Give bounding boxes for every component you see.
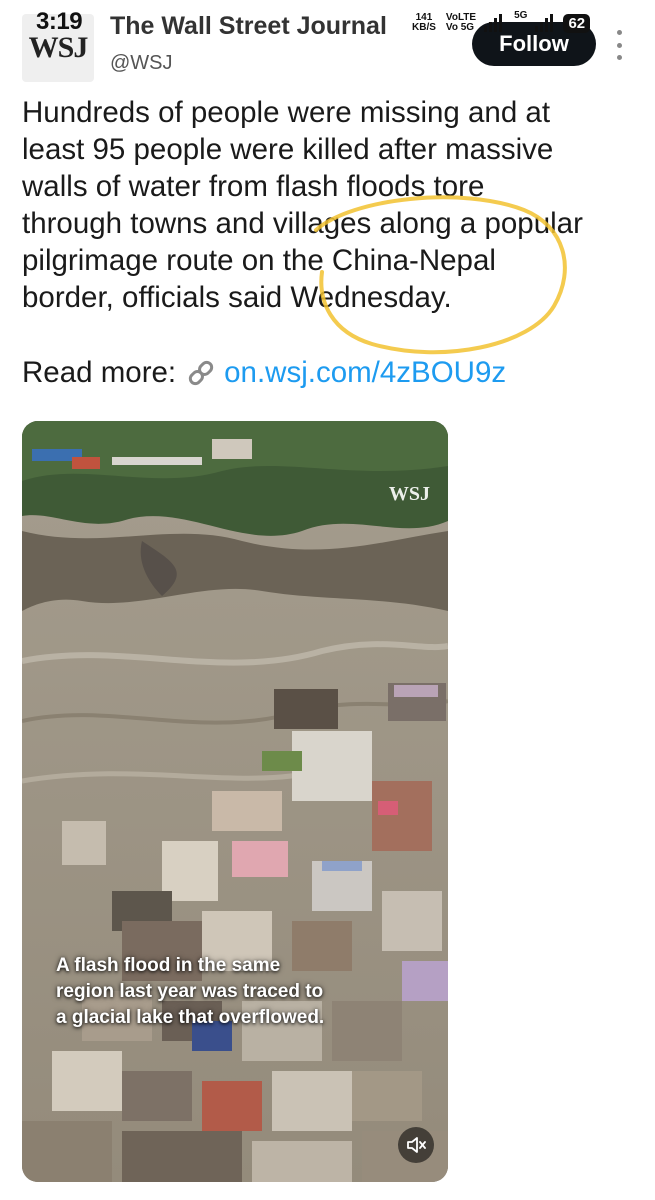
video-caption: A flash flood in the same region last ye… <box>56 953 386 1031</box>
tweet-screen: 3:19 141 KB/S VoLTE Vo 5G 5G 62 WSJ The … <box>0 0 655 1200</box>
tweet-line: walls of water from flash floods tore <box>22 170 485 203</box>
signal-icon-2 <box>535 14 554 32</box>
caption-line: region last year was traced to <box>56 981 324 1002</box>
status-time: 3:19 <box>36 8 83 35</box>
tweet-line: pilgrimage route on the China-Nepal <box>22 244 496 277</box>
network-speed-unit: KB/S <box>412 22 436 33</box>
more-options-icon[interactable] <box>614 30 624 60</box>
tweet-line: least 95 people were killed after massiv… <box>22 133 554 166</box>
tweet-text: Hundreds of people were missing and at l… <box>22 94 642 316</box>
status-indicators: 141 KB/S VoLTE Vo 5G 5G 62 <box>412 10 591 36</box>
author-handle[interactable]: @WSJ <box>110 52 173 75</box>
muted-speaker-icon[interactable] <box>398 1127 434 1163</box>
network-speed: 141 KB/S <box>412 13 436 33</box>
read-more-label: Read more: <box>22 356 177 389</box>
battery-indicator: 62 <box>563 13 591 33</box>
video-media[interactable]: WSJ A flash flood in the same region las… <box>22 421 448 1182</box>
link-icon <box>186 358 216 388</box>
caption-line: a glacial lake that overflowed. <box>56 1007 325 1028</box>
wsj-watermark: WSJ <box>388 483 430 505</box>
tweet-line: border, officials said Wednesday. <box>22 281 452 314</box>
tweet-line: through towns and villages along a popul… <box>22 207 583 240</box>
flood-scene-image <box>22 421 448 1182</box>
volte-indicator: VoLTE Vo 5G <box>446 13 476 33</box>
caption-line: A flash flood in the same <box>56 955 281 976</box>
network-type: 5G <box>514 10 528 21</box>
signal-icon <box>484 14 503 32</box>
volte-line-2: Vo 5G <box>445 22 475 33</box>
read-more-row: Read more: on.wsj.com/4zBOU9z <box>22 354 506 391</box>
author-name[interactable]: The Wall Street Journal <box>110 12 387 41</box>
tweet-link[interactable]: on.wsj.com/4zBOU9z <box>224 354 506 391</box>
tweet-line: Hundreds of people were missing and at <box>22 96 551 129</box>
